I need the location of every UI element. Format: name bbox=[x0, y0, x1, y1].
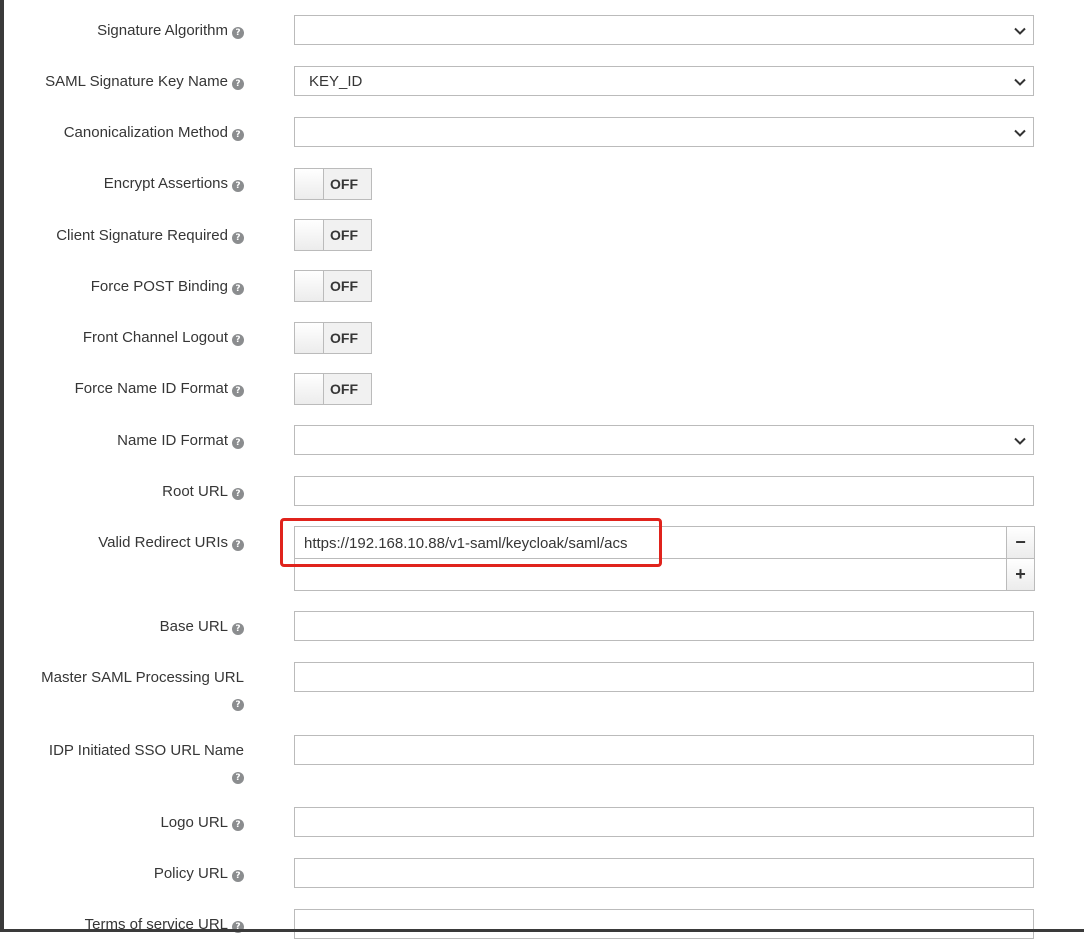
master-saml-processing-url-input[interactable] bbox=[294, 662, 1034, 692]
terms-of-service-url-input[interactable] bbox=[294, 909, 1034, 939]
force-post-binding-label: Force POST Binding? bbox=[91, 278, 244, 296]
force-name-id-format-label: Force Name ID Format? bbox=[75, 380, 244, 398]
saml-signature-key-name-select[interactable]: KEY_ID bbox=[294, 66, 1034, 96]
window-left-edge bbox=[0, 0, 4, 932]
toggle-knob bbox=[295, 169, 324, 199]
policy-url-label: Policy URL? bbox=[154, 865, 244, 883]
chevron-down-icon bbox=[1014, 129, 1026, 137]
base-url-label: Base URL? bbox=[160, 618, 244, 636]
force-post-binding-toggle[interactable]: OFF bbox=[294, 270, 372, 302]
help-icon[interactable]: ? bbox=[232, 870, 244, 882]
help-icon[interactable]: ? bbox=[232, 488, 244, 500]
help-icon[interactable]: ? bbox=[232, 539, 244, 551]
name-id-format-label: Name ID Format? bbox=[117, 432, 244, 450]
canonicalization-method-label: Canonicalization Method? bbox=[64, 124, 244, 142]
idp-initiated-sso-url-name-label: IDP Initiated SSO URL Name ? bbox=[48, 742, 244, 784]
add-redirect-uri-button[interactable]: + bbox=[1006, 559, 1035, 591]
saml-signature-key-name-label: SAML Signature Key Name? bbox=[45, 73, 244, 91]
encrypt-assertions-label: Encrypt Assertions? bbox=[104, 175, 244, 193]
help-icon[interactable]: ? bbox=[232, 385, 244, 397]
toggle-knob bbox=[295, 271, 324, 301]
help-icon[interactable]: ? bbox=[232, 129, 244, 141]
help-icon[interactable]: ? bbox=[232, 699, 244, 711]
help-icon[interactable]: ? bbox=[232, 623, 244, 635]
help-icon[interactable]: ? bbox=[232, 232, 244, 244]
annotation-highlight-box bbox=[280, 518, 662, 567]
logo-url-input[interactable] bbox=[294, 807, 1034, 837]
canonicalization-method-select[interactable] bbox=[294, 117, 1034, 147]
policy-url-input[interactable] bbox=[294, 858, 1034, 888]
base-url-input[interactable] bbox=[294, 611, 1034, 641]
idp-initiated-sso-url-name-input[interactable] bbox=[294, 735, 1034, 765]
signature-algorithm-label: Signature Algorithm? bbox=[97, 22, 244, 40]
remove-redirect-uri-button[interactable]: − bbox=[1006, 526, 1035, 559]
help-icon[interactable]: ? bbox=[232, 334, 244, 346]
help-icon[interactable]: ? bbox=[232, 819, 244, 831]
name-id-format-select[interactable] bbox=[294, 425, 1034, 455]
chevron-down-icon bbox=[1014, 27, 1026, 35]
help-icon[interactable]: ? bbox=[232, 437, 244, 449]
signature-algorithm-select[interactable] bbox=[294, 15, 1034, 45]
front-channel-logout-toggle[interactable]: OFF bbox=[294, 322, 372, 354]
help-icon[interactable]: ? bbox=[232, 772, 244, 784]
client-signature-required-toggle[interactable]: OFF bbox=[294, 219, 372, 251]
encrypt-assertions-toggle[interactable]: OFF bbox=[294, 168, 372, 200]
force-name-id-format-toggle[interactable]: OFF bbox=[294, 373, 372, 405]
help-icon[interactable]: ? bbox=[232, 180, 244, 192]
root-url-input[interactable] bbox=[294, 476, 1034, 506]
toggle-knob bbox=[295, 323, 324, 353]
client-signature-required-label: Client Signature Required? bbox=[56, 227, 244, 245]
root-url-label: Root URL? bbox=[162, 483, 244, 501]
logo-url-label: Logo URL? bbox=[160, 814, 244, 832]
chevron-down-icon bbox=[1014, 437, 1026, 445]
toggle-knob bbox=[295, 374, 324, 404]
toggle-knob bbox=[295, 220, 324, 250]
help-icon[interactable]: ? bbox=[232, 27, 244, 39]
help-icon[interactable]: ? bbox=[232, 78, 244, 90]
help-icon[interactable]: ? bbox=[232, 283, 244, 295]
master-saml-processing-url-label: Master SAML Processing URL ? bbox=[41, 669, 244, 711]
valid-redirect-uris-label: Valid Redirect URIs? bbox=[98, 534, 244, 552]
front-channel-logout-label: Front Channel Logout? bbox=[83, 329, 244, 347]
chevron-down-icon bbox=[1014, 78, 1026, 86]
